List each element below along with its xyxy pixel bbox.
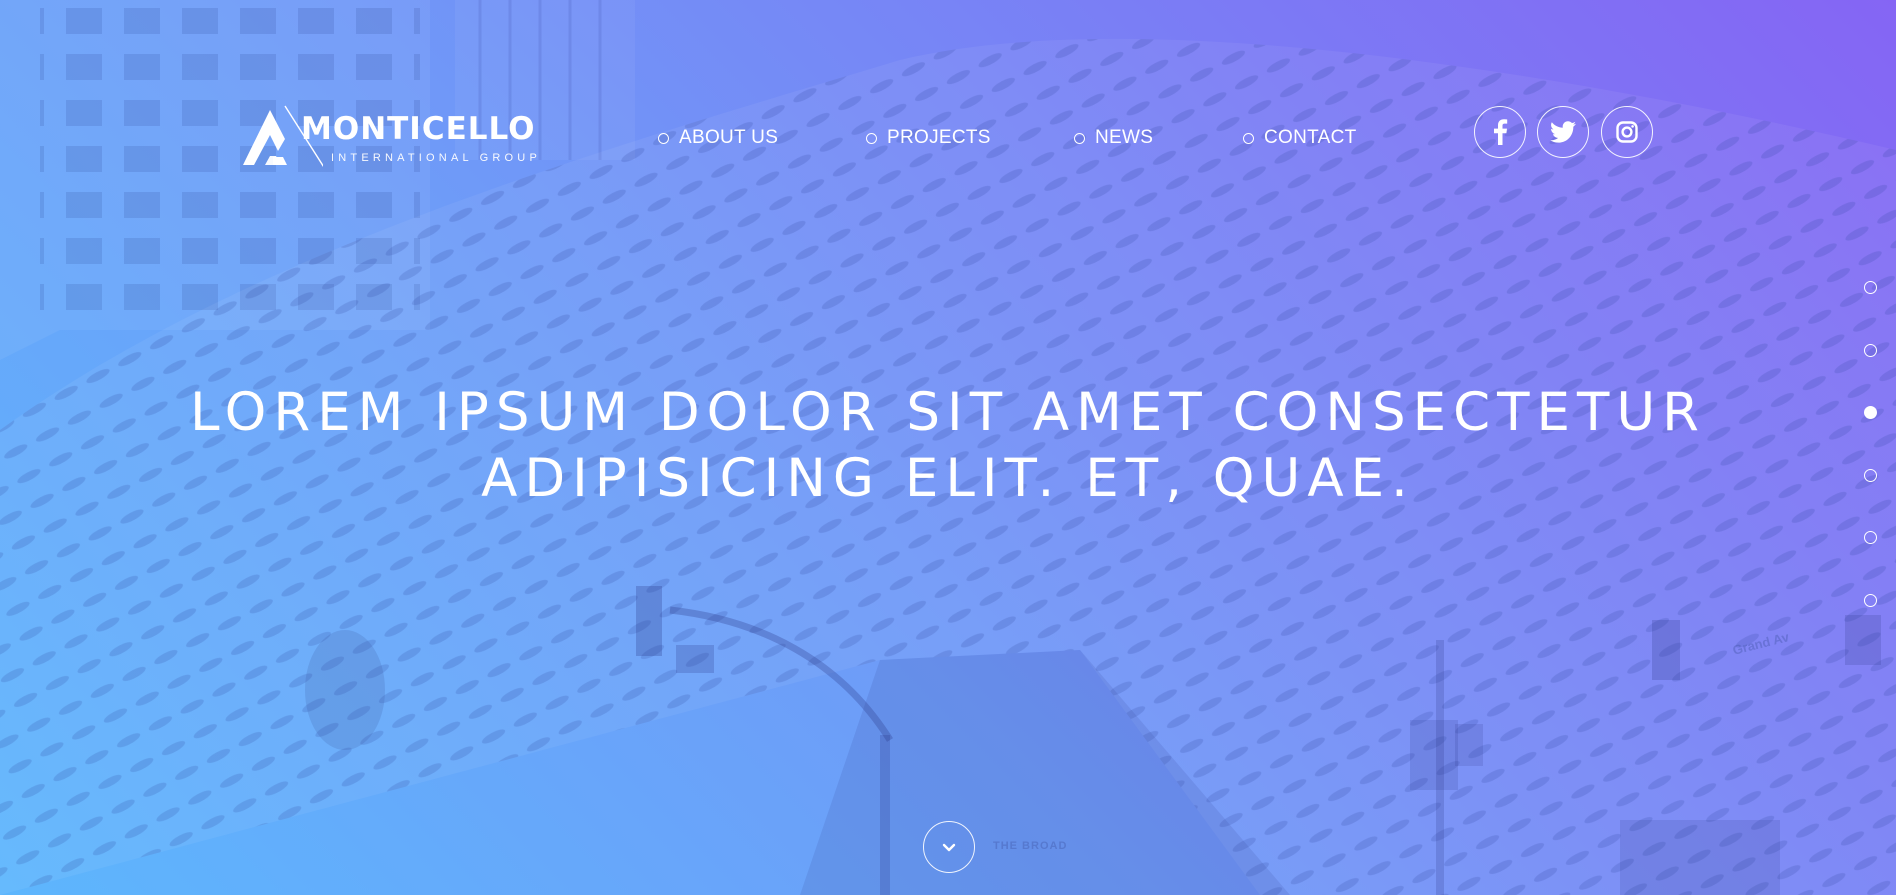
pagination-dot-4[interactable] xyxy=(1864,468,1877,482)
nav-item-contact[interactable]: CONTACT xyxy=(1243,126,1357,150)
chevron-down-icon xyxy=(942,843,956,851)
brand-name: MONTICELLO xyxy=(301,111,536,147)
scroll-down-button[interactable] xyxy=(923,821,975,873)
nav-item-projects[interactable]: PROJECTS xyxy=(866,126,991,150)
hero-section: MONTICELLO INTERNATIONAL GROUP ABOUT US … xyxy=(0,0,1896,895)
twitter-icon xyxy=(1550,121,1576,143)
nav-bullet-icon xyxy=(866,132,877,144)
nav-bullet-icon xyxy=(1243,132,1254,144)
background-sign-text: THE BROAD xyxy=(993,840,1068,852)
hero-headline-line-2: ADIPISICING ELIT. ET, QUAE. xyxy=(481,448,1415,509)
facebook-icon xyxy=(1494,119,1508,145)
nav-item-label: ABOUT US xyxy=(679,127,779,148)
nav-item-label: NEWS xyxy=(1095,127,1154,148)
hero-headline-line-1: LOREM IPSUM DOLOR SIT AMET CONSECTETUR xyxy=(190,382,1706,443)
slide-pagination xyxy=(1864,281,1878,657)
twitter-button[interactable] xyxy=(1537,106,1589,158)
nav-bullet-icon xyxy=(658,132,669,144)
brand-tagline: INTERNATIONAL GROUP xyxy=(331,152,541,164)
pagination-dot-3-active[interactable] xyxy=(1864,406,1877,420)
nav-item-label: CONTACT xyxy=(1264,127,1357,148)
nav-item-about-us[interactable]: ABOUT US xyxy=(658,126,778,150)
instagram-button[interactable] xyxy=(1601,106,1653,158)
pagination-dot-5[interactable] xyxy=(1864,531,1877,545)
pagination-dot-6[interactable] xyxy=(1864,593,1877,607)
instagram-icon xyxy=(1616,121,1638,143)
facebook-button[interactable] xyxy=(1474,106,1526,158)
nav-item-news[interactable]: NEWS xyxy=(1074,126,1153,150)
hero-headline: LOREM IPSUM DOLOR SIT AMET CONSECTETUR A… xyxy=(0,380,1896,512)
brand-logo[interactable]: MONTICELLO INTERNATIONAL GROUP xyxy=(243,104,553,174)
pagination-dot-1[interactable] xyxy=(1864,281,1877,294)
nav-bullet-icon xyxy=(1074,132,1085,144)
nav-item-label: PROJECTS xyxy=(887,127,991,148)
pagination-dot-2[interactable] xyxy=(1864,343,1877,357)
